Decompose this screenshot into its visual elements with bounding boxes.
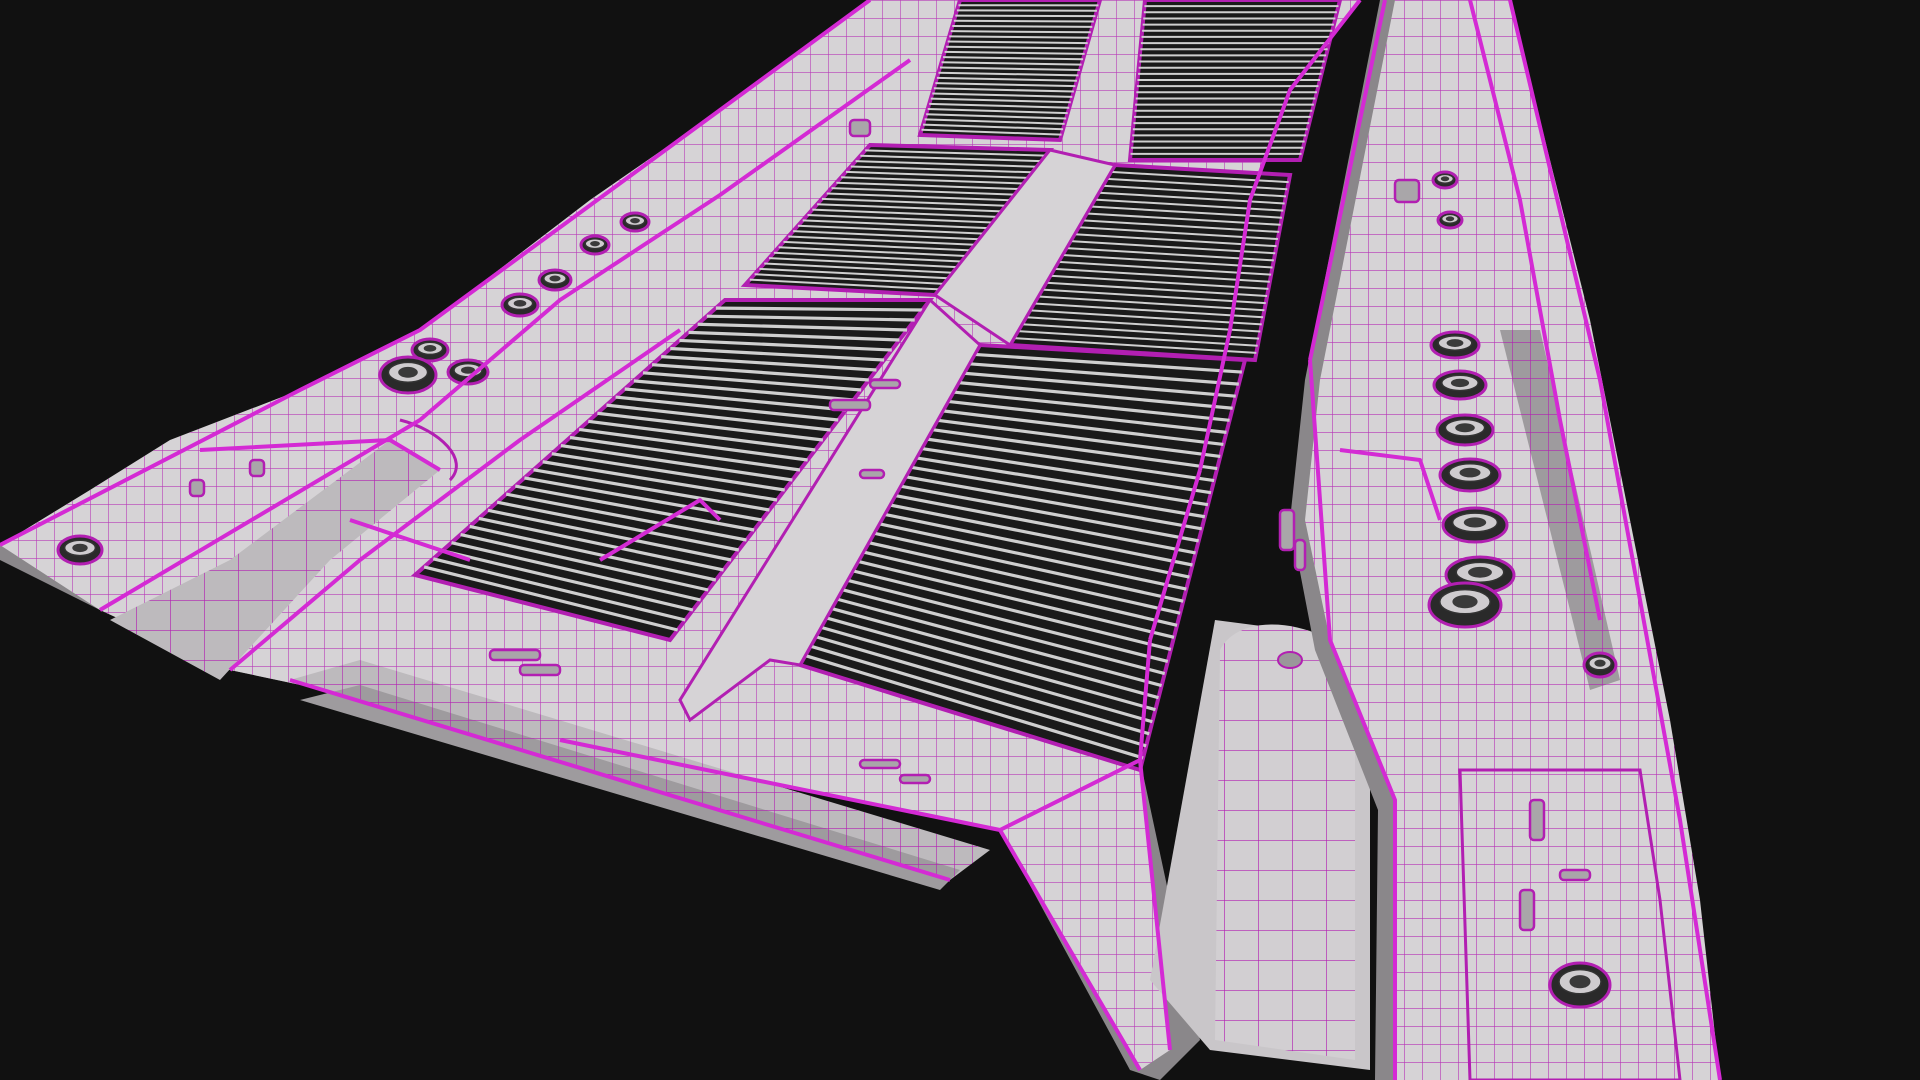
port-center [1468,566,1492,578]
recessed-slot [848,118,872,138]
recessed-slot [858,468,886,480]
port-center [1450,378,1470,388]
grate-bar [949,35,1090,39]
port-center [1463,517,1487,528]
recessed-slot [1293,538,1307,572]
recessed-slot [828,398,872,412]
recessed-slot [518,663,562,677]
grate-bar [955,14,1096,18]
grate-bar [950,30,1091,34]
port-center [398,366,418,378]
recessed-slot [1278,508,1296,552]
viewport [0,0,1920,1080]
recessed-slot [1528,798,1546,842]
recessed-slot [488,648,542,662]
grate-bar [715,306,923,312]
port-center [1446,339,1464,347]
recessed-slot [868,378,902,390]
port-center [630,217,640,224]
port-center [1445,216,1455,222]
recessed-slot [1558,868,1592,882]
recessed-slot [188,478,206,498]
recessed-slot [1518,888,1536,932]
port-center [1569,975,1591,989]
port-center [1455,423,1475,433]
recessed-slot [858,758,902,770]
port-center [423,345,437,352]
wireframe-render [0,0,1920,1080]
port-center [1452,595,1478,609]
port-center [1459,467,1481,478]
port-center [549,275,561,282]
recessed-slot [1393,178,1421,204]
grate-bar [952,24,1093,28]
port-center [72,543,88,553]
recessed-slot [248,458,266,478]
port-center [1440,176,1450,182]
recessed-slot [898,773,932,785]
port-center [1594,659,1606,667]
tub-bolt [1277,651,1303,669]
grate-bar [953,19,1094,23]
port-center [590,240,600,247]
port-center [513,300,527,307]
